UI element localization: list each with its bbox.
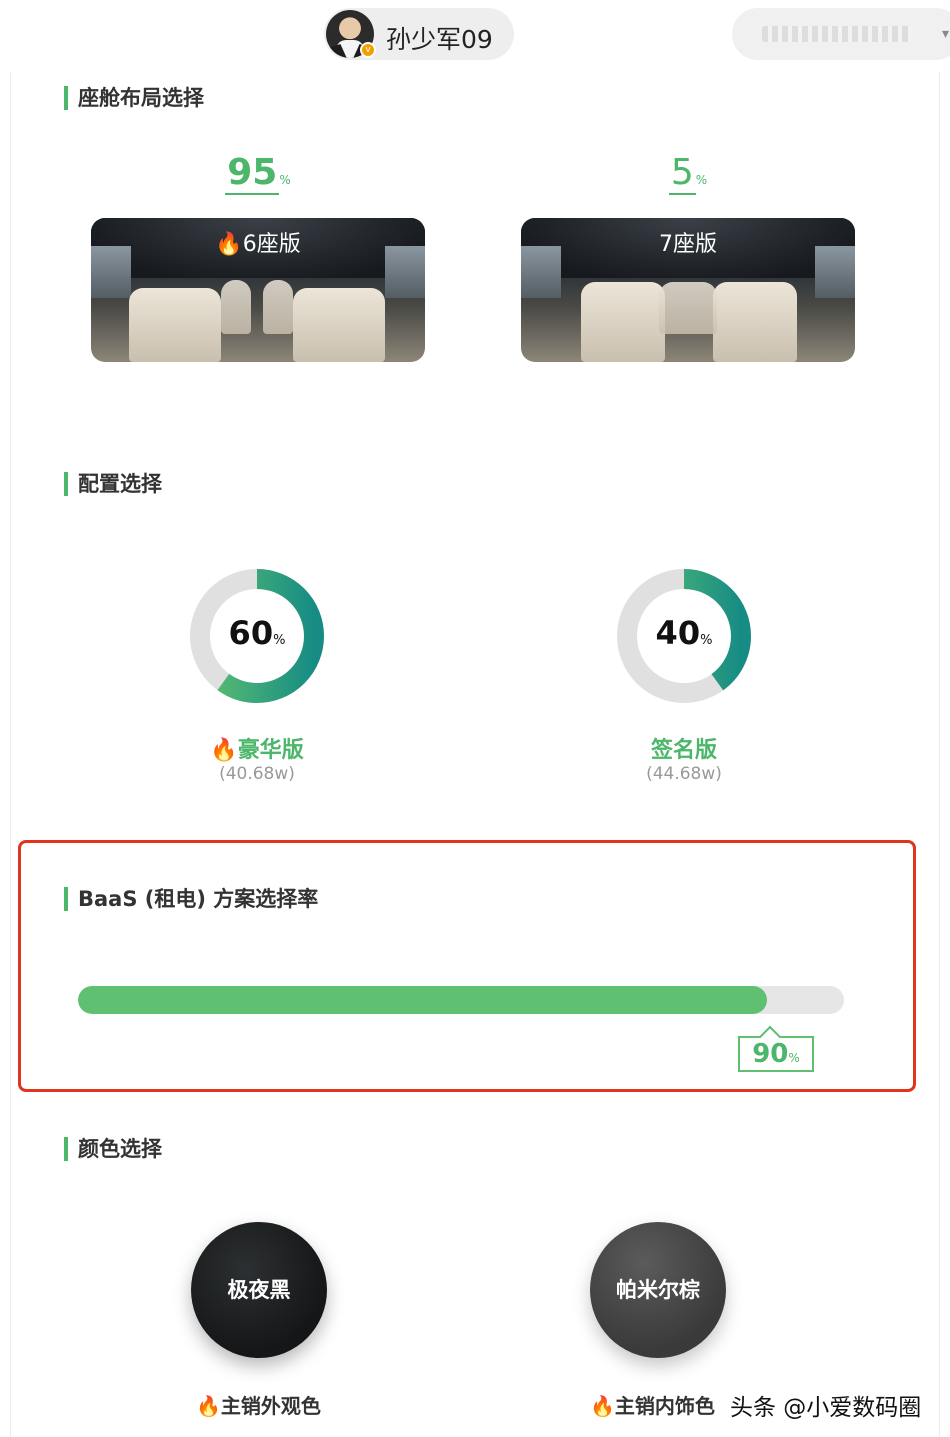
section-title-layout: 座舱布局选择: [64, 84, 204, 112]
config-signature-price: (44.68w): [646, 764, 722, 784]
percent-value: 40: [655, 614, 701, 652]
baas-progress-track: [78, 986, 844, 1014]
note-text: 主销内饰色: [614, 1394, 715, 1418]
chevron-down-icon[interactable]: ▾: [942, 26, 949, 42]
config-luxury-price: (40.68w): [219, 764, 295, 784]
percent-value: 90: [752, 1039, 789, 1069]
blurred-header-pill[interactable]: ▾: [732, 8, 950, 60]
percent-value: 60: [228, 614, 274, 652]
flame-icon: 🔥: [215, 232, 243, 257]
layout-6seat-percent: 95%: [198, 152, 318, 195]
section-title-baas: BaaS (租电) 方案选择率: [64, 885, 318, 913]
color-note-interior: 🔥主销内饰色: [590, 1390, 715, 1419]
percent-unit: %: [788, 1051, 800, 1065]
section-title-config: 配置选择: [64, 470, 162, 498]
color-swatch-black[interactable]: 极夜黑: [191, 1222, 327, 1358]
percent-unit: %: [279, 173, 291, 187]
option-label: 6座版: [242, 232, 301, 257]
flame-icon: 🔥: [590, 1394, 615, 1418]
user-name[interactable]: 孙少军09: [386, 20, 493, 56]
rear-bench: [659, 282, 717, 334]
rear-seat: [221, 280, 251, 334]
color-note-exterior: 🔥主销外观色: [196, 1390, 321, 1419]
note-text: 主销外观色: [220, 1394, 321, 1418]
percent-value: 5: [668, 152, 696, 195]
config-signature-percent: 40%: [616, 614, 752, 652]
flame-icon: 🔥: [196, 1394, 221, 1418]
verified-badge-icon: v: [360, 42, 376, 58]
top-bar: v 孙少军09 ▾: [0, 0, 950, 72]
config-luxury-name[interactable]: 🔥豪华版: [177, 732, 337, 764]
baas-percent-tag: 90%: [738, 1036, 814, 1072]
color-swatch-brown[interactable]: 帕米尔棕: [590, 1222, 726, 1358]
layout-6seat-label: 🔥6座版: [91, 226, 425, 258]
config-luxury-percent: 60%: [189, 614, 325, 652]
watermark: 头条 @小爱数码圈: [730, 1395, 922, 1421]
front-seat: [293, 288, 385, 362]
config-signature-name[interactable]: 签名版: [604, 732, 764, 764]
layout-7seat-label: 7座版: [659, 232, 717, 257]
percent-value: 95: [225, 152, 280, 195]
user-profile-pill[interactable]: v 孙少军09: [324, 8, 514, 60]
layout-7seat-image[interactable]: 7座版: [521, 218, 855, 362]
section-title-color: 颜色选择: [64, 1135, 162, 1163]
rear-seat: [263, 280, 293, 334]
percent-unit: %: [273, 633, 286, 648]
front-seat: [129, 288, 221, 362]
layout-6seat-image[interactable]: 🔥6座版: [91, 218, 425, 362]
option-name: 豪华版: [237, 738, 304, 763]
flame-icon: 🔥: [210, 738, 238, 763]
blurred-text: [762, 26, 912, 42]
baas-progress-fill: [78, 986, 768, 1014]
front-seat: [581, 282, 665, 362]
percent-unit: %: [695, 173, 708, 187]
layout-7seat-percent: 5%: [628, 152, 748, 195]
percent-unit: %: [700, 633, 713, 648]
front-seat: [713, 282, 797, 362]
